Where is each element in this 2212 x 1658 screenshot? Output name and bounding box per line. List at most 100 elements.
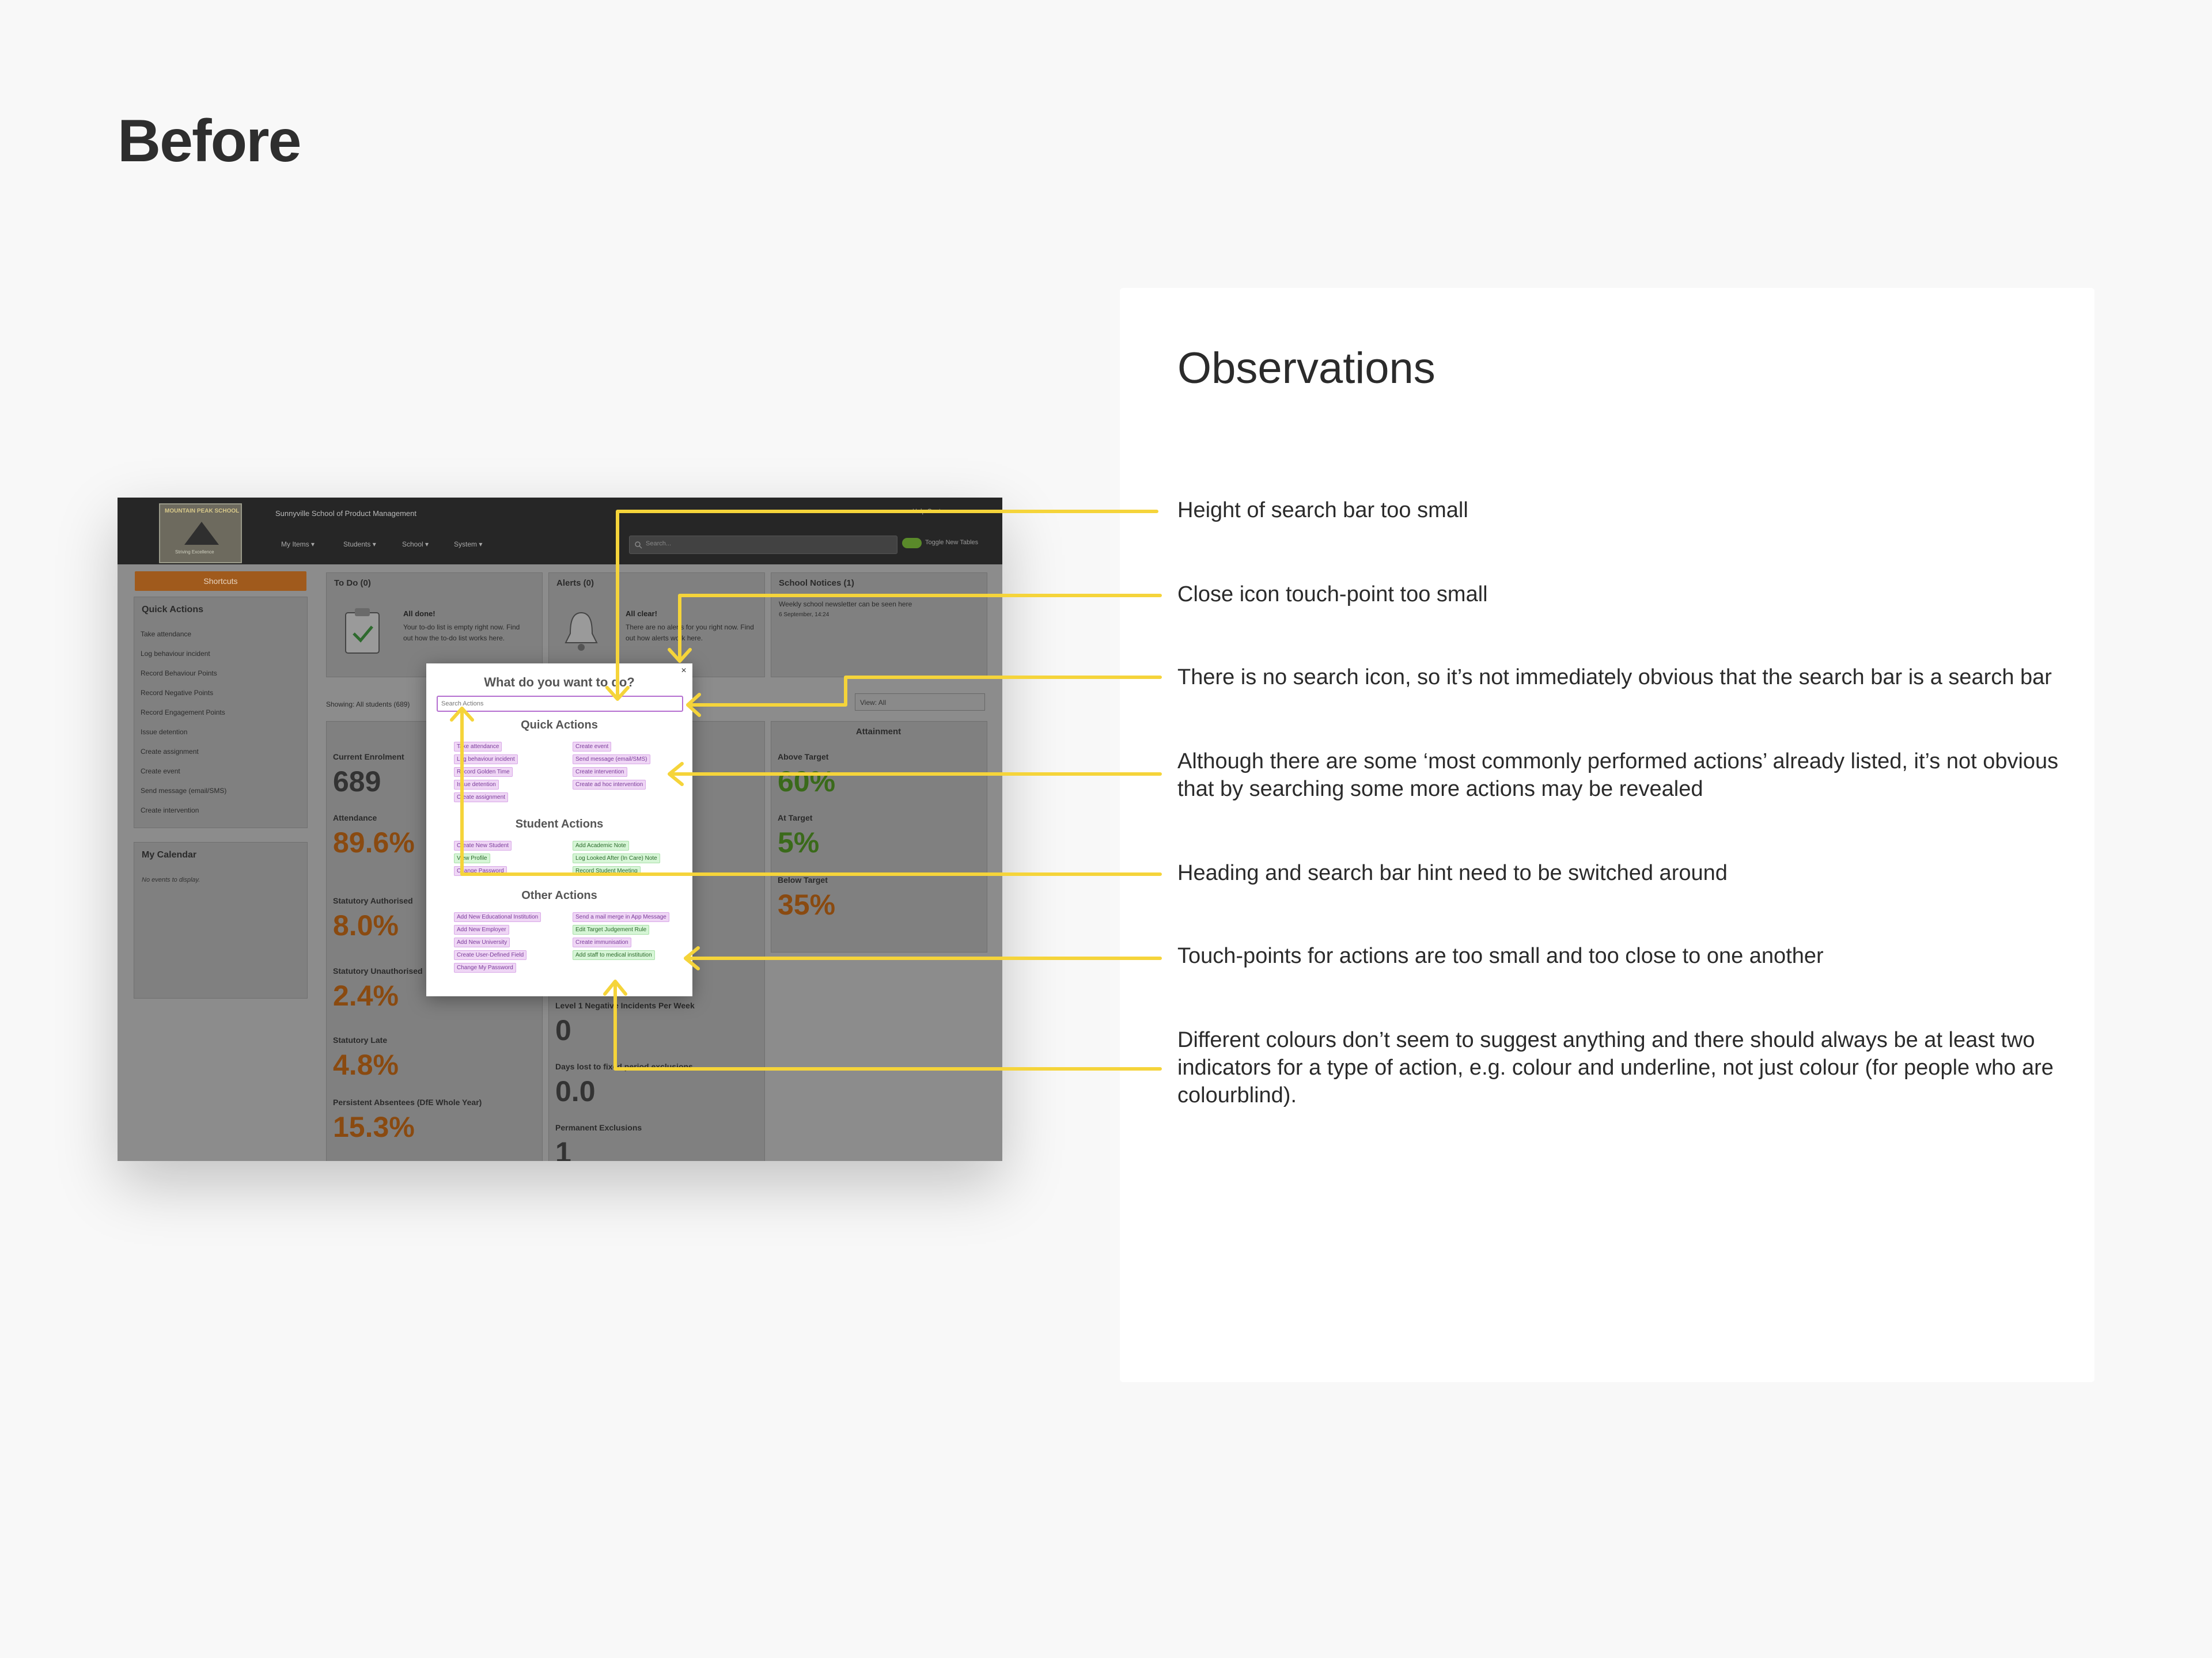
side-item[interactable]: Record Negative Points xyxy=(141,689,213,697)
observation-item: Different colours don’t seem to suggest … xyxy=(1177,1028,2054,1107)
attainment-heading: Attainment xyxy=(855,727,902,737)
stat-label: Persistent Absentees (DfE Whole Year) xyxy=(333,1098,482,1107)
action-link[interactable]: Record Student Meeting xyxy=(573,866,641,876)
side-item[interactable]: Record Engagement Points xyxy=(141,708,225,716)
school-name: Sunnyville School of Product Management xyxy=(275,509,416,518)
nav-students[interactable]: Students ▾ xyxy=(343,540,376,548)
action-link[interactable]: Issue detention xyxy=(454,780,499,790)
action-link[interactable]: View Profile xyxy=(454,853,490,863)
action-link[interactable]: Create immunisation xyxy=(573,938,631,947)
action-link[interactable]: Add New Employer xyxy=(454,925,509,935)
stat-value: 2.4% xyxy=(333,980,399,1012)
action-link[interactable]: Edit Target Judgement Rule xyxy=(573,925,650,935)
stat-value: 4.8% xyxy=(333,1049,399,1081)
logo-motto: Striving Excellence xyxy=(175,549,214,555)
side-item[interactable]: Create event xyxy=(141,767,180,775)
app-screenshot: MOUNTAIN PEAK SCHOOL Striving Excellence… xyxy=(118,498,1002,1161)
action-link[interactable]: Add Academic Note xyxy=(573,841,629,851)
side-item[interactable]: Create intervention xyxy=(141,806,199,814)
notice-item[interactable]: Weekly school newsletter can be seen her… xyxy=(779,600,912,608)
quick-actions-title: Quick Actions xyxy=(521,719,598,731)
toggle-new-tables[interactable] xyxy=(902,538,922,548)
stat-value: 0.0 xyxy=(555,1075,596,1107)
stat-label: Statutory Unauthorised xyxy=(333,966,423,976)
action-link[interactable]: Add New University xyxy=(454,938,510,947)
action-link[interactable]: Change Password xyxy=(454,866,507,876)
action-link[interactable]: Take attendance xyxy=(454,742,502,752)
stat-label: Level 1 Negative Incidents Per Week xyxy=(555,1001,695,1010)
action-link[interactable]: Create assignment xyxy=(454,792,508,802)
side-item[interactable]: Issue detention xyxy=(141,728,187,736)
observation-item: Close icon touch-point too small xyxy=(1177,582,1488,606)
observation-item: Height of search bar too small xyxy=(1177,498,1468,522)
mountain-icon xyxy=(184,522,219,545)
stat-label: Days lost to fixed period exclusions xyxy=(555,1062,693,1071)
help-center-link[interactable]: Help Center xyxy=(912,508,946,515)
todo-title: All done! xyxy=(403,609,435,618)
action-link[interactable]: Create intervention xyxy=(573,767,627,777)
stat-value: 89.6% xyxy=(333,826,415,859)
action-link[interactable]: Add New Educational Institution xyxy=(454,912,541,922)
notice-date: 6 September, 14:24 xyxy=(779,612,830,618)
side-item[interactable]: Send message (email/SMS) xyxy=(141,787,226,795)
action-link[interactable]: Create User-Defined Field xyxy=(454,950,527,960)
stat-value: 1 xyxy=(555,1136,571,1161)
observation-item: Touch-points for actions are too small a… xyxy=(1177,944,1824,968)
stat-label: At Target xyxy=(778,813,813,822)
side-item[interactable]: Create assignment xyxy=(141,748,199,756)
action-link[interactable]: Record Golden Time xyxy=(454,767,513,777)
side-item[interactable]: Log behaviour incident xyxy=(141,650,210,658)
calendar-heading: My Calendar xyxy=(142,850,197,860)
alerts-heading: Alerts (0) xyxy=(556,578,594,588)
stat-value: 15.3% xyxy=(333,1111,415,1143)
side-item[interactable]: Take attendance xyxy=(141,630,191,638)
action-modal: × What do you want to do? Quick Actions … xyxy=(426,663,692,996)
stat-label: Current Enrolment xyxy=(333,752,404,761)
observation-item: Heading and search bar hint need to be s… xyxy=(1177,861,1728,885)
logo-text: MOUNTAIN PEAK SCHOOL xyxy=(165,508,240,514)
observation-item: There is no search icon, so it’s not imm… xyxy=(1177,665,2052,689)
action-link[interactable]: Add staff to medical institution xyxy=(573,950,655,960)
stat-value: 689 xyxy=(333,765,381,798)
action-link[interactable]: Send a mail merge in App Message xyxy=(573,912,669,922)
toggle-label: Toggle New Tables xyxy=(925,539,979,546)
page-title: Before xyxy=(118,108,301,174)
stat-label: Attendance xyxy=(333,813,377,822)
search-icon xyxy=(635,541,642,549)
stat-label: Permanent Exclusions xyxy=(555,1123,642,1132)
view-select[interactable]: View: All xyxy=(855,693,985,711)
action-link[interactable]: Log Looked After (In Care) Note xyxy=(573,853,660,863)
action-link[interactable]: Create New Student xyxy=(454,841,512,851)
top-bar: MOUNTAIN PEAK SCHOOL Striving Excellence… xyxy=(118,498,1002,564)
alerts-text: There are no alerts for you right now. F… xyxy=(626,623,754,642)
action-search-field[interactable] xyxy=(438,697,682,711)
modal-title: What do you want to do? xyxy=(484,675,635,689)
side-item[interactable]: Record Behaviour Points xyxy=(141,669,217,677)
stat-label: Statutory Authorised xyxy=(333,896,413,905)
stat-label: Above Target xyxy=(778,752,829,761)
observations-heading: Observations xyxy=(1177,344,1435,393)
global-search[interactable]: Search... xyxy=(629,536,897,554)
calendar-panel xyxy=(134,842,308,999)
action-link[interactable]: Log behaviour incident xyxy=(454,754,518,764)
action-link[interactable]: Send message (email/SMS) xyxy=(573,754,650,764)
nav-my-items[interactable]: My Items ▾ xyxy=(281,540,315,548)
stat-value: 5% xyxy=(778,826,820,859)
nav-school[interactable]: School ▾ xyxy=(402,540,429,548)
calendar-empty: No events to display. xyxy=(142,877,200,883)
alerts-title: All clear! xyxy=(626,609,657,618)
nav-system[interactable]: System ▾ xyxy=(454,540,482,548)
action-link[interactable]: Create ad hoc intervention xyxy=(573,780,646,790)
other-actions-title: Other Actions xyxy=(521,889,597,902)
stat-label: Statutory Late xyxy=(333,1035,388,1045)
stat-value: 35% xyxy=(778,889,836,921)
shortcuts-button[interactable]: Shortcuts xyxy=(135,571,306,591)
todo-text: Your to-do list is empty right now. Find… xyxy=(403,623,520,642)
action-link[interactable]: Change My Password xyxy=(454,963,516,973)
action-search-input[interactable] xyxy=(437,696,683,712)
quick-actions-heading: Quick Actions xyxy=(142,605,203,614)
observation-item: Although there are some ‘most commonly p… xyxy=(1177,749,2059,801)
stat-label: Below Target xyxy=(778,875,828,885)
showing-label: Showing: All students (689) xyxy=(326,700,410,708)
action-link[interactable]: Create event xyxy=(573,742,612,752)
